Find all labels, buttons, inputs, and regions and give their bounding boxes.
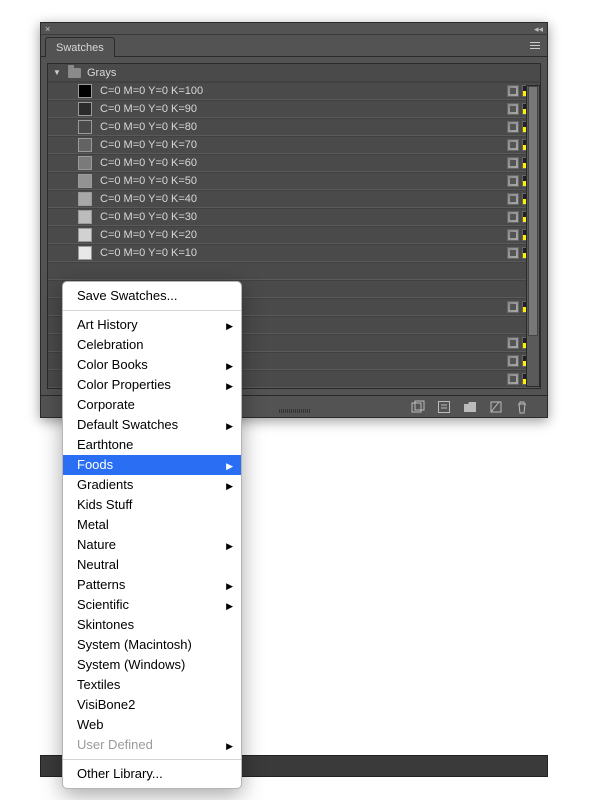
swatch-row[interactable]: C=0 M=0 Y=0 K=40 — [48, 190, 540, 208]
process-color-icon — [507, 139, 519, 151]
menu-item-metal[interactable]: Metal — [63, 515, 241, 535]
menu-item-visibone2[interactable]: VisiBone2 — [63, 695, 241, 715]
swatch-row[interactable]: C=0 M=0 Y=0 K=30 — [48, 208, 540, 226]
process-color-icon — [507, 85, 519, 97]
library-menu-button[interactable] — [411, 400, 425, 414]
swatch-row[interactable]: C=0 M=0 Y=0 K=50 — [48, 172, 540, 190]
swatch-label: C=0 M=0 Y=0 K=100 — [100, 85, 203, 97]
process-color-icon — [507, 175, 519, 187]
menu-item-foods[interactable]: Foods — [63, 455, 241, 475]
menu-item-default-swatches[interactable]: Default Swatches — [63, 415, 241, 435]
new-group-button[interactable] — [463, 400, 477, 414]
swatch-label: C=0 M=0 Y=0 K=50 — [100, 175, 197, 187]
process-color-icon — [507, 193, 519, 205]
folder-row-grays[interactable]: ▼ Grays — [48, 64, 540, 82]
swatch-libraries-menu: Save Swatches... Art HistoryCelebrationC… — [62, 281, 242, 789]
menu-item-patterns[interactable]: Patterns — [63, 575, 241, 595]
swatch-label: C=0 M=0 Y=0 K=10 — [100, 247, 197, 259]
swatch-row[interactable]: C=0 M=0 Y=0 K=90 — [48, 100, 540, 118]
swatch-row-empty[interactable] — [48, 262, 540, 280]
swatch-chip — [78, 84, 92, 98]
swatch-chip — [78, 102, 92, 116]
close-icon[interactable]: × — [45, 24, 50, 34]
panel-titlebar[interactable]: × ◂◂ — [41, 23, 547, 35]
swatch-chip — [78, 246, 92, 260]
swatch-row[interactable]: C=0 M=0 Y=0 K=100 — [48, 82, 540, 100]
menu-item-kids-stuff[interactable]: Kids Stuff — [63, 495, 241, 515]
swatch-options-button[interactable] — [437, 400, 451, 414]
swatch-label: C=0 M=0 Y=0 K=40 — [100, 193, 197, 205]
menu-item-corporate[interactable]: Corporate — [63, 395, 241, 415]
swatch-row[interactable]: C=0 M=0 Y=0 K=70 — [48, 136, 540, 154]
menu-item-color-books[interactable]: Color Books — [63, 355, 241, 375]
swatch-chip — [78, 210, 92, 224]
process-color-icon — [507, 337, 519, 349]
new-swatch-button[interactable] — [489, 400, 503, 414]
process-color-icon — [507, 301, 519, 313]
swatch-row[interactable]: C=0 M=0 Y=0 K=80 — [48, 118, 540, 136]
swatch-chip — [78, 138, 92, 152]
menu-item-art-history[interactable]: Art History — [63, 315, 241, 335]
menu-item-gradients[interactable]: Gradients — [63, 475, 241, 495]
menu-item-skintones[interactable]: Skintones — [63, 615, 241, 635]
swatch-row[interactable]: C=0 M=0 Y=0 K=60 — [48, 154, 540, 172]
swatch-row[interactable]: C=0 M=0 Y=0 K=20 — [48, 226, 540, 244]
panel-tabbar: Swatches — [41, 35, 547, 57]
resize-grip-icon[interactable] — [264, 409, 324, 415]
swatch-label: C=0 M=0 Y=0 K=30 — [100, 211, 197, 223]
swatch-chip — [78, 174, 92, 188]
scrollbar-thumb[interactable] — [528, 86, 538, 336]
process-color-icon — [507, 103, 519, 115]
swatch-row[interactable]: C=0 M=0 Y=0 K=10 — [48, 244, 540, 262]
swatch-label: C=0 M=0 Y=0 K=20 — [100, 229, 197, 241]
tab-swatches[interactable]: Swatches — [45, 37, 115, 57]
menu-item-other-library[interactable]: Other Library... — [63, 764, 241, 784]
trash-button[interactable] — [515, 400, 529, 414]
swatch-label: C=0 M=0 Y=0 K=90 — [100, 103, 197, 115]
menu-item-nature[interactable]: Nature — [63, 535, 241, 555]
process-color-icon — [507, 157, 519, 169]
folder-icon — [68, 68, 81, 78]
disclosure-triangle-icon[interactable]: ▼ — [52, 68, 62, 77]
menu-item-user-defined: User Defined — [63, 735, 241, 755]
process-color-icon — [507, 355, 519, 367]
menu-separator — [63, 310, 241, 311]
swatch-label: C=0 M=0 Y=0 K=60 — [100, 157, 197, 169]
folder-label: Grays — [87, 67, 116, 79]
process-color-icon — [507, 247, 519, 259]
swatch-chip — [78, 120, 92, 134]
menu-item-web[interactable]: Web — [63, 715, 241, 735]
swatch-label: C=0 M=0 Y=0 K=70 — [100, 139, 197, 151]
menu-item-system-windows-[interactable]: System (Windows) — [63, 655, 241, 675]
swatch-label: C=0 M=0 Y=0 K=80 — [100, 121, 197, 133]
process-color-icon — [507, 229, 519, 241]
scrollbar[interactable] — [526, 85, 540, 387]
swatch-chip — [78, 156, 92, 170]
menu-item-earthtone[interactable]: Earthtone — [63, 435, 241, 455]
process-color-icon — [507, 373, 519, 385]
swatch-chip — [78, 192, 92, 206]
menu-separator — [63, 759, 241, 760]
menu-item-neutral[interactable]: Neutral — [63, 555, 241, 575]
menu-item-color-properties[interactable]: Color Properties — [63, 375, 241, 395]
collapse-icon[interactable]: ◂◂ — [534, 24, 543, 35]
process-color-icon — [507, 121, 519, 133]
menu-item-scientific[interactable]: Scientific — [63, 595, 241, 615]
panel-menu-icon[interactable] — [527, 37, 543, 53]
menu-item-textiles[interactable]: Textiles — [63, 675, 241, 695]
swatch-chip — [78, 228, 92, 242]
menu-item-celebration[interactable]: Celebration — [63, 335, 241, 355]
menu-item-save-swatches[interactable]: Save Swatches... — [63, 286, 241, 306]
process-color-icon — [507, 211, 519, 223]
menu-item-system-macintosh-[interactable]: System (Macintosh) — [63, 635, 241, 655]
